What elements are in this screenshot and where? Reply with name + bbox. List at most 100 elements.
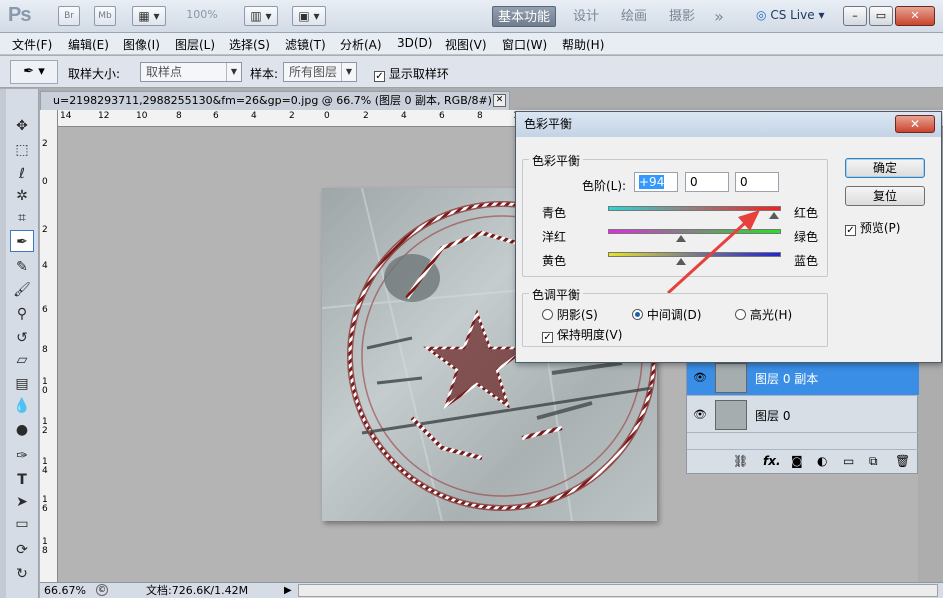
close-window-button[interactable]: ✕ [895,6,935,26]
trash-icon[interactable]: 🗑 [895,454,910,468]
eyedropper-icon: ✒ [23,64,35,79]
arrange-documents-button[interactable]: ▥ ▾ [244,6,278,26]
tone-midtones-option[interactable]: 中间调(D) [632,306,701,323]
tool-preset-picker[interactable]: ✒ ▾ [10,60,58,84]
add-layer-style-button[interactable]: fx. [763,454,781,468]
sample-dropdown[interactable]: 所有图层 ▼ [283,62,357,82]
visibility-eye-icon[interactable]: 👁 [693,371,707,384]
close-icon[interactable]: ✕ [493,94,506,107]
lasso-tool-icon[interactable]: ℓ [10,163,34,185]
move-tool-icon[interactable]: ✥ [10,115,34,137]
status-menu-arrow-icon[interactable]: ▶ [284,583,292,598]
brush-tool-icon[interactable]: 🖌 [10,279,34,301]
workspace-photography-tab[interactable]: 摄影 [662,6,702,27]
dialog-close-button[interactable]: ✕ [895,115,935,133]
dodge-tool-icon[interactable]: ● [10,419,34,441]
menu-analysis[interactable]: 分析(A) [340,36,382,53]
cs-live-menu[interactable]: ◎ CS Live ▾ [756,8,824,22]
menu-window[interactable]: 窗口(W) [502,36,547,53]
link-layers-icon[interactable]: ⛓ [733,454,748,468]
slider-right-label-green: 绿色 [794,230,819,244]
quick-selection-tool-icon[interactable]: ✲ [10,185,34,207]
mini-bridge-button[interactable]: Mb [94,6,116,26]
tone-shadows-radio[interactable] [542,309,553,320]
status-info-icon[interactable]: © [96,584,108,596]
eyedropper-tool-icon[interactable]: ✒ [10,230,34,252]
cs-live-icon: ◎ [756,8,767,22]
show-sampling-ring-checkbox[interactable]: ✓ [374,71,385,82]
bridge-button[interactable]: Br [58,6,80,26]
zoom-readout[interactable]: 66.67% [44,583,86,598]
menu-edit[interactable]: 编辑(E) [68,36,109,53]
menu-3d[interactable]: 3D(D) [397,36,432,50]
options-bar: ✒ ▾ 取样大小: 取样点 ▼ 样本: 所有图层 ▼ ✓ 显示取样环 [0,56,943,88]
tone-midtones-radio[interactable] [632,309,643,320]
dialog-title-bar[interactable]: 色彩平衡 [516,112,941,137]
preserve-luminosity-option[interactable]: ✓ 保持明度(V) [542,326,622,343]
history-brush-tool-icon[interactable]: ↺ [10,327,34,349]
eraser-tool-icon[interactable]: ▱ [10,349,34,371]
clone-stamp-tool-icon[interactable]: ⚲ [10,303,34,325]
marquee-tool-icon[interactable]: ⬚ [10,139,34,161]
view-extras-button[interactable]: ▦ ▾ [132,6,166,26]
menu-view[interactable]: 视图(V) [445,36,487,53]
minimize-button[interactable]: – [843,6,867,26]
menu-layer[interactable]: 图层(L) [175,36,215,53]
chevron-down-icon: ▼ [226,63,241,81]
vertical-ruler[interactable]: 2 0 2 4 6 8 10 12 14 16 18 [40,110,58,582]
menu-filter[interactable]: 滤镜(T) [285,36,326,53]
layers-footer: ⛓ fx. ◙ ◐ ▭ ⧉ 🗑 [687,449,919,473]
tone-highlights-radio[interactable] [735,309,746,320]
visibility-eye-icon[interactable]: 👁 [693,408,707,421]
menu-help[interactable]: 帮助(H) [562,36,604,53]
layer-thumbnail [715,363,747,393]
path-selection-tool-icon[interactable]: ➤ [10,491,34,513]
workspace-design-tab[interactable]: 设计 [566,6,606,27]
3d-orbit-tool-icon[interactable]: ↻ [10,563,34,585]
chevron-down-icon: ▼ [341,63,356,81]
more-workspaces-button[interactable]: » [708,6,730,27]
document-size-info: 文档:726.6K/1.42M [146,584,249,597]
slider-right-label-red: 红色 [794,206,819,220]
tone-highlights-option[interactable]: 高光(H) [735,306,792,323]
gradient-tool-icon[interactable]: ▤ [10,373,34,395]
pen-tool-icon[interactable]: ✑ [10,445,34,467]
layer-row[interactable]: 👁 图层 0 [687,396,919,433]
slider-right-label-blue: 蓝色 [794,254,819,268]
level-yellow-blue-input[interactable]: 0 [735,172,779,192]
preview-checkbox[interactable]: ✓ [845,225,856,236]
horizontal-scrollbar[interactable] [298,584,938,597]
menu-file[interactable]: 文件(F) [12,36,52,53]
panel-dock-gap [918,360,943,582]
layer-row[interactable]: 👁 图层 0 副本 [687,359,919,396]
blur-tool-icon[interactable]: 💧 [10,395,34,417]
level-cyan-red-input[interactable]: +94 [634,172,678,192]
zoom-level-dropdown[interactable]: 100% [182,6,222,26]
level-magenta-green-input[interactable]: 0 [685,172,729,192]
add-mask-icon[interactable]: ◙ [791,454,803,468]
crop-tool-icon[interactable]: ⌗ [10,207,34,229]
screen-mode-button[interactable]: ▣ ▾ [292,6,326,26]
sample-size-dropdown[interactable]: 取样点 ▼ [140,62,242,82]
photoshop-logo: Ps [8,4,31,26]
show-sampling-ring-option[interactable]: ✓ 显示取样环 [374,65,449,82]
menu-image[interactable]: 图像(I) [123,36,160,53]
adjustment-layer-icon[interactable]: ◐ [817,454,827,468]
preserve-luminosity-checkbox[interactable]: ✓ [542,332,553,343]
workspace-painting-tab[interactable]: 绘画 [614,6,654,27]
type-tool-icon[interactable]: T [10,469,34,491]
cyan-red-slider-knob[interactable] [769,212,779,219]
shape-tool-icon[interactable]: ▭ [10,513,34,535]
3d-rotate-tool-icon[interactable]: ⟳ [10,539,34,561]
new-group-icon[interactable]: ▭ [843,454,854,468]
menu-select[interactable]: 选择(S) [229,36,270,53]
ok-button[interactable]: 确定 [845,158,925,178]
new-layer-icon[interactable]: ⧉ [869,454,878,469]
healing-brush-tool-icon[interactable]: ✎ [10,256,34,278]
workspace-essentials-tab[interactable]: 基本功能 [492,6,556,27]
tone-shadows-option[interactable]: 阴影(S) [542,306,598,323]
reset-button[interactable]: 复位 [845,186,925,206]
restore-button[interactable]: ▭ [869,6,893,26]
document-tab[interactable]: u=2198293711,2988255130&fm=26&gp=0.jpg @… [40,91,510,110]
preview-option[interactable]: ✓ 预览(P) [845,219,900,236]
